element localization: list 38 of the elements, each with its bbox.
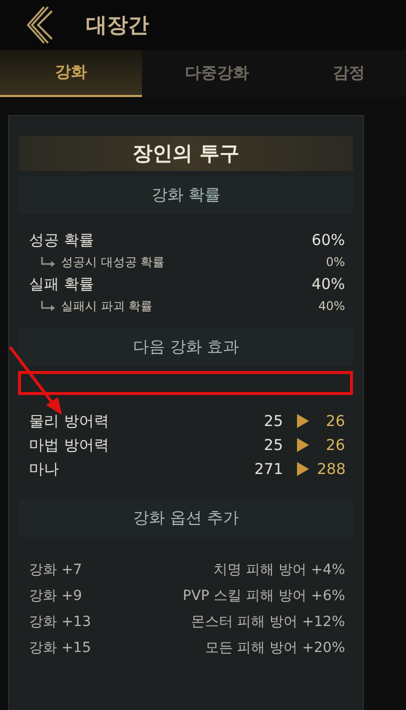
probability-value: 40% [312,275,345,293]
option-level: 강화 +15 [29,639,92,657]
probability-value: 60% [312,231,345,249]
tab[interactable]: 다중강화 [142,50,292,97]
item-name: 장인의 투구 [19,136,353,171]
tab[interactable]: 강화 [0,50,142,97]
stat-current: 271 [253,460,283,478]
stat-current: 25 [262,436,283,454]
tab[interactable]: 감정 [292,50,406,97]
probability-label: 실패시 파괴 확률 [61,298,154,314]
probability-label: 성공시 대성공 확률 [61,254,166,270]
probability-value: 40% [318,299,345,313]
stat-label: 마나 [29,460,60,478]
play-triangle-icon [297,462,309,476]
option-level: 강화 +13 [29,613,92,631]
option-effect: 몬스터 피해 방어 +12% [190,613,345,631]
section-heading: 강화 확률 [19,176,353,214]
option-effect: 치명 피해 방어 +4% [214,561,345,579]
stat-next: 288 [317,460,345,478]
option-level: 강화 +7 [29,561,84,579]
sub-arrow-icon [39,300,57,312]
stat-current: 25 [262,412,283,430]
stat-next: 26 [324,412,345,430]
page-title: 대장간 [86,12,149,39]
option-level: 강화 +9 [29,587,84,605]
play-triangle-icon [297,414,309,428]
stat-label: 마법 방어력 [29,436,110,454]
probability-label: 성공 확률 [29,230,95,250]
play-triangle-icon [297,438,309,452]
stat-next: 26 [324,436,345,454]
stat-label: 물리 방어력 [29,412,110,430]
option-effect: PVP 스킬 피해 방어 +6% [182,587,345,605]
section-heading: 강화 옵션 추가 [19,499,353,537]
probability-value: 0% [326,255,345,269]
option-effect: 모든 피해 방어 +20% [204,639,345,657]
probability-label: 실패 확률 [29,274,95,294]
sub-arrow-icon [39,256,57,268]
section-heading: 다음 강화 효과 [19,328,353,366]
